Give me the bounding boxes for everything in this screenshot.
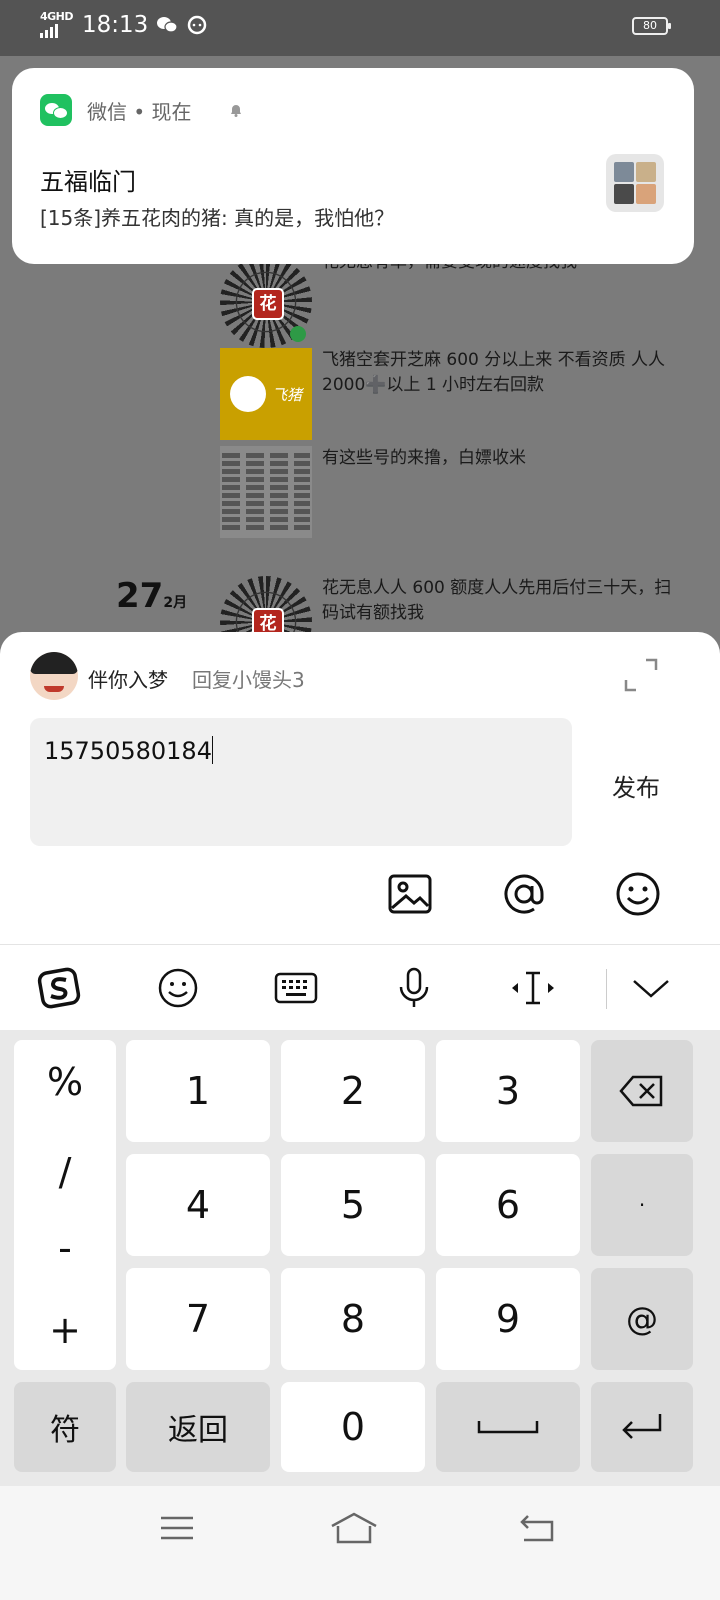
separator-dot: • [133, 100, 146, 124]
enter-icon [622, 1414, 662, 1439]
date-label: 272月 [116, 576, 187, 616]
space-icon [477, 1421, 539, 1434]
space-key[interactable] [436, 1382, 580, 1472]
key-plus[interactable]: + [14, 1308, 116, 1352]
feed-item-text: 飞猪空套开芝麻 600 分以上来 不看资质 人人2000➕以上 1 小时左右回款 [322, 350, 666, 395]
list-item[interactable]: 花 花无息有单，需要变现的速度找我 [220, 252, 700, 348]
qr-badge: 花 [252, 288, 284, 320]
key-slash[interactable]: / [14, 1150, 116, 1194]
wechat-status-icon [157, 17, 178, 33]
sogou-logo-icon[interactable] [36, 965, 82, 1011]
network-type: 4GHD [40, 10, 74, 23]
notification-body: [15条]养五花肉的猪: 真的是，我怕他？ [40, 206, 395, 230]
group-avatar [606, 154, 664, 212]
enter-key[interactable] [591, 1382, 693, 1472]
status-time: 18:13 [82, 12, 149, 38]
notification-title: 五福临门 [40, 168, 136, 196]
key-0[interactable]: 0 [281, 1382, 425, 1472]
text-caret [211, 736, 213, 764]
back-icon[interactable] [518, 1510, 558, 1546]
key-4[interactable]: 4 [126, 1154, 270, 1256]
key-8[interactable]: 8 [281, 1268, 425, 1370]
key-dot[interactable]: · [591, 1154, 693, 1256]
collapse-keyboard-icon[interactable] [628, 965, 674, 1011]
key-5[interactable]: 5 [281, 1154, 425, 1256]
mention-icon[interactable] [500, 870, 548, 918]
key-7[interactable]: 7 [126, 1268, 270, 1370]
bell-icon [231, 105, 241, 117]
emoji-keyboard-icon[interactable] [155, 965, 201, 1011]
key-2[interactable]: 2 [281, 1040, 425, 1142]
status-bar: 4GHD 18:13 80 [0, 0, 720, 56]
key-6[interactable]: 6 [436, 1154, 580, 1256]
fliggy-image-label: 飞猪 [271, 385, 302, 404]
numeric-keyboard: % / - + 1 2 3 4 5 6 · 7 8 9 @ 符 返回 0 [0, 1030, 720, 1486]
date-day: 27 [116, 576, 164, 616]
keyboard-toolbar [0, 944, 720, 1031]
symbol-key[interactable]: 符 [14, 1382, 116, 1472]
backspace-icon [619, 1075, 663, 1107]
account-list-image [220, 446, 312, 538]
notification-header: 微信 • 现在 [87, 96, 192, 125]
wechat-notification[interactable]: 微信 • 现在 五福临门 [15条]养五花肉的猪: 真的是，我怕他？ [12, 68, 694, 264]
current-user-name: 伴你入梦 [88, 668, 168, 692]
reply-input-value: 15750580184 [44, 737, 212, 765]
home-icon[interactable] [330, 1510, 378, 1546]
avatar [30, 652, 78, 700]
toolbar-divider [606, 969, 607, 1009]
key-minus[interactable]: - [14, 1226, 116, 1270]
notification-time: 现在 [151, 100, 192, 124]
signal-icon: 4GHD [40, 10, 74, 38]
app-name: 微信 [87, 100, 127, 124]
key-9[interactable]: 9 [436, 1268, 580, 1370]
expand-icon[interactable] [624, 658, 658, 692]
key-3[interactable]: 3 [436, 1040, 580, 1142]
reply-panel: 伴你入梦 回复小馒头3 15750580184 发布 [0, 632, 720, 944]
feed-item-text: 花无息人人 600 额度人人先用后付三十天，扫码试有额找我 [322, 578, 672, 623]
wechat-icon [40, 94, 72, 126]
key-percent[interactable]: % [14, 1060, 116, 1104]
publish-button[interactable]: 发布 [612, 768, 660, 803]
date-month: 2月 [163, 595, 188, 611]
emoji-icon[interactable] [614, 870, 662, 918]
cursor-move-icon[interactable] [510, 965, 556, 1011]
backspace-key[interactable] [591, 1040, 693, 1142]
navigation-bar [0, 1486, 720, 1600]
microphone-icon[interactable] [391, 965, 437, 1011]
reply-to-label: 回复小馒头3 [192, 668, 305, 692]
back-key[interactable]: 返回 [126, 1382, 270, 1472]
symbol-column[interactable]: % / - + [14, 1040, 116, 1370]
feed-item-text: 有这些号的来撸，白嫖收米 [322, 448, 526, 468]
menu-icon[interactable] [157, 1510, 197, 1546]
reply-input[interactable]: 15750580184 [30, 718, 572, 846]
key-1[interactable]: 1 [126, 1040, 270, 1142]
chat-status-icon [188, 15, 207, 35]
qr-code-image: 花 [220, 256, 312, 348]
key-at[interactable]: @ [591, 1268, 693, 1370]
image-icon[interactable] [386, 870, 434, 918]
fliggy-image: 飞猪 [220, 348, 312, 440]
battery-icon: 80 [632, 17, 671, 35]
keyboard-switch-icon[interactable] [273, 965, 319, 1011]
